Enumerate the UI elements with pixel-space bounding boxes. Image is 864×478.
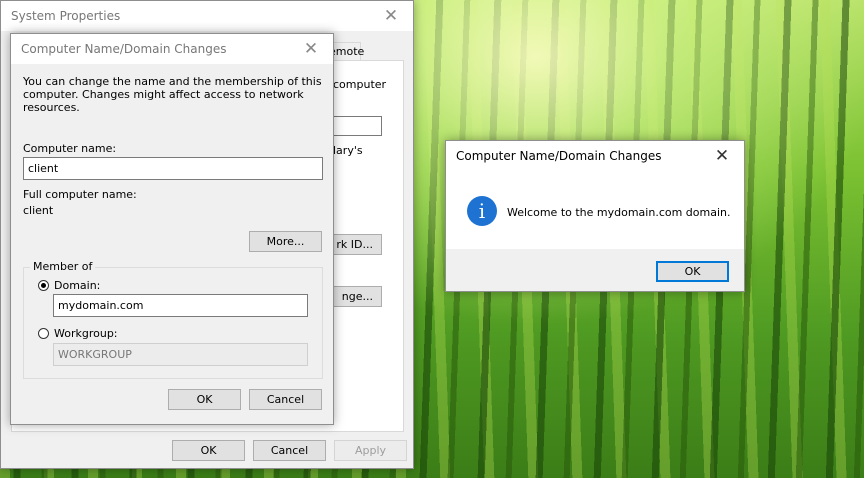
ok-button[interactable]: OK — [168, 389, 241, 410]
full-computer-name-value: client — [23, 204, 54, 217]
domain-radio[interactable] — [38, 280, 49, 291]
member-of-label: Member of — [30, 260, 96, 273]
close-icon[interactable]: ✕ — [700, 141, 744, 171]
dialog-title: Computer Name/Domain Changes — [21, 42, 227, 56]
title-bar: Computer Name/Domain Changes ✕ — [446, 141, 744, 171]
workgroup-field[interactable]: WORKGROUP — [53, 343, 308, 366]
workgroup-label: Workgroup: — [54, 327, 118, 340]
info-icon: i — [467, 196, 497, 226]
ok-button[interactable]: OK — [172, 440, 245, 461]
domain-field[interactable]: mydomain.com — [53, 294, 308, 317]
ok-button[interactable]: OK — [656, 261, 729, 282]
full-computer-name-label: Full computer name: — [23, 188, 137, 201]
apply-button[interactable]: Apply — [334, 440, 407, 461]
cancel-button[interactable]: Cancel — [249, 389, 322, 410]
title-bar: System Properties ✕ — [1, 1, 413, 31]
workgroup-radio[interactable] — [38, 328, 49, 339]
example-fragment: lary's — [333, 144, 363, 157]
description-text: You can change the name and the membersh… — [23, 75, 322, 114]
close-icon[interactable]: ✕ — [289, 34, 333, 64]
message-text: Welcome to the mydomain.com domain. — [507, 206, 731, 219]
window-title: System Properties — [11, 9, 121, 23]
more-button[interactable]: More... — [249, 231, 322, 252]
close-icon[interactable]: ✕ — [369, 1, 413, 31]
computer-name-field[interactable]: client — [23, 157, 323, 180]
message-body: i Welcome to the mydomain.com domain. — [446, 171, 744, 249]
message-box-title: Computer Name/Domain Changes — [456, 149, 662, 163]
domain-label: Domain: — [54, 279, 101, 292]
computer-name-label: Computer name: — [23, 142, 117, 155]
change-button[interactable]: nge... — [331, 286, 382, 307]
welcome-message-box: Computer Name/Domain Changes ✕ i Welcome… — [445, 140, 745, 292]
cancel-button[interactable]: Cancel — [253, 440, 326, 461]
title-bar: Computer Name/Domain Changes ✕ — [11, 34, 333, 64]
computer-description-field[interactable] — [331, 116, 382, 136]
tab-label: emote — [329, 45, 365, 58]
description-fragment: computer — [333, 78, 387, 91]
computer-name-dialog: Computer Name/Domain Changes ✕ You can c… — [10, 33, 334, 425]
network-id-button[interactable]: rk ID... — [331, 234, 382, 255]
